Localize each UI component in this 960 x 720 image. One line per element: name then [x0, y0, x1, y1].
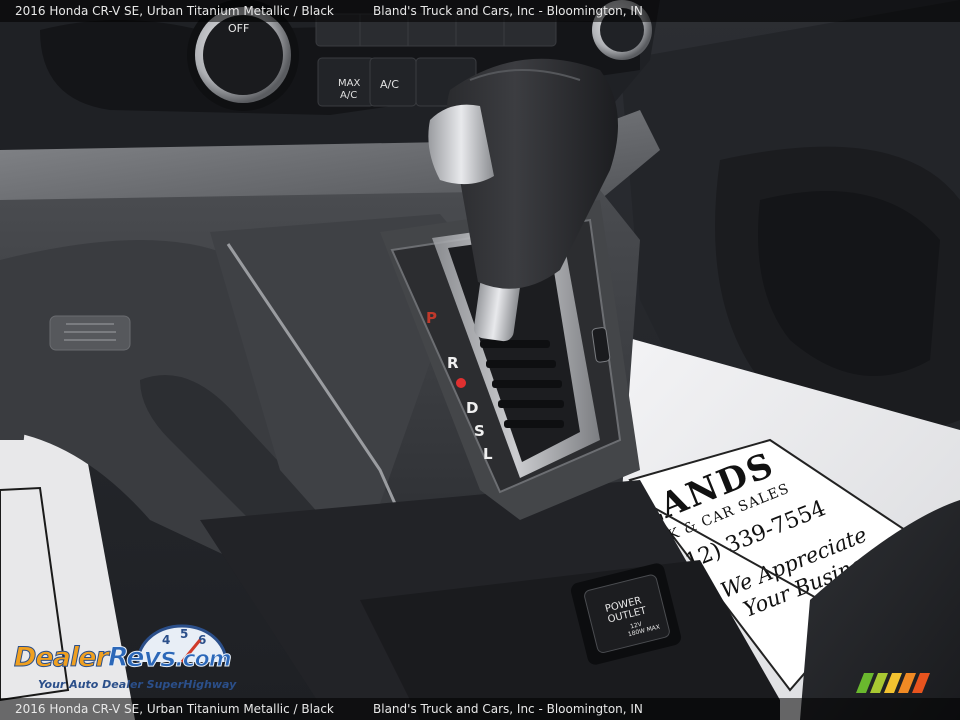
dealerrevs-tagline: Your Auto Dealer SuperHighway [38, 678, 237, 691]
dealerrevs-logo: 4 5 6 DealerRevs.com Your Auto Dealer Su… [12, 624, 267, 696]
ac-label: A/C [380, 78, 399, 91]
vehicle-caption-bottom: 2016 Honda CR-V SE, Urban Titanium Metal… [15, 702, 334, 716]
gear-indicator-d: D [466, 399, 478, 417]
vehicle-interior-photo: LANDS CK & CAR SALES 12) 339-7554 We App… [0, 0, 960, 720]
dealer-caption: Bland's Truck and Cars, Inc - Bloomingto… [373, 4, 643, 18]
speedo-digit-2: 5 [180, 627, 188, 641]
caption-bar-top: 2016 Honda CR-V SE, Urban Titanium Metal… [0, 0, 960, 22]
dealer-caption-bottom: Bland's Truck and Cars, Inc - Bloomingto… [373, 702, 643, 716]
gear-indicator-l: L [483, 445, 493, 463]
fan-off-label: OFF [228, 22, 249, 35]
gear-indicator-s: S [474, 422, 485, 440]
gear-indicator-p: P [426, 309, 437, 327]
dealerrevs-wordmark: DealerRevs.com [14, 642, 233, 674]
logo-word-com: .com [175, 647, 232, 673]
logo-word-revs: Revs [107, 642, 176, 674]
dealer-stripes-badge [856, 673, 930, 693]
gear-indicator-r: R [447, 354, 459, 372]
caption-bar-bottom: 2016 Honda CR-V SE, Urban Titanium Metal… [0, 698, 960, 720]
vehicle-caption: 2016 Honda CR-V SE, Urban Titanium Metal… [15, 4, 334, 18]
max-ac-label: MAX A/C [338, 78, 360, 101]
logo-word-dealer: Dealer [14, 642, 110, 674]
photo-viewer: LANDS CK & CAR SALES 12) 339-7554 We App… [0, 0, 960, 720]
